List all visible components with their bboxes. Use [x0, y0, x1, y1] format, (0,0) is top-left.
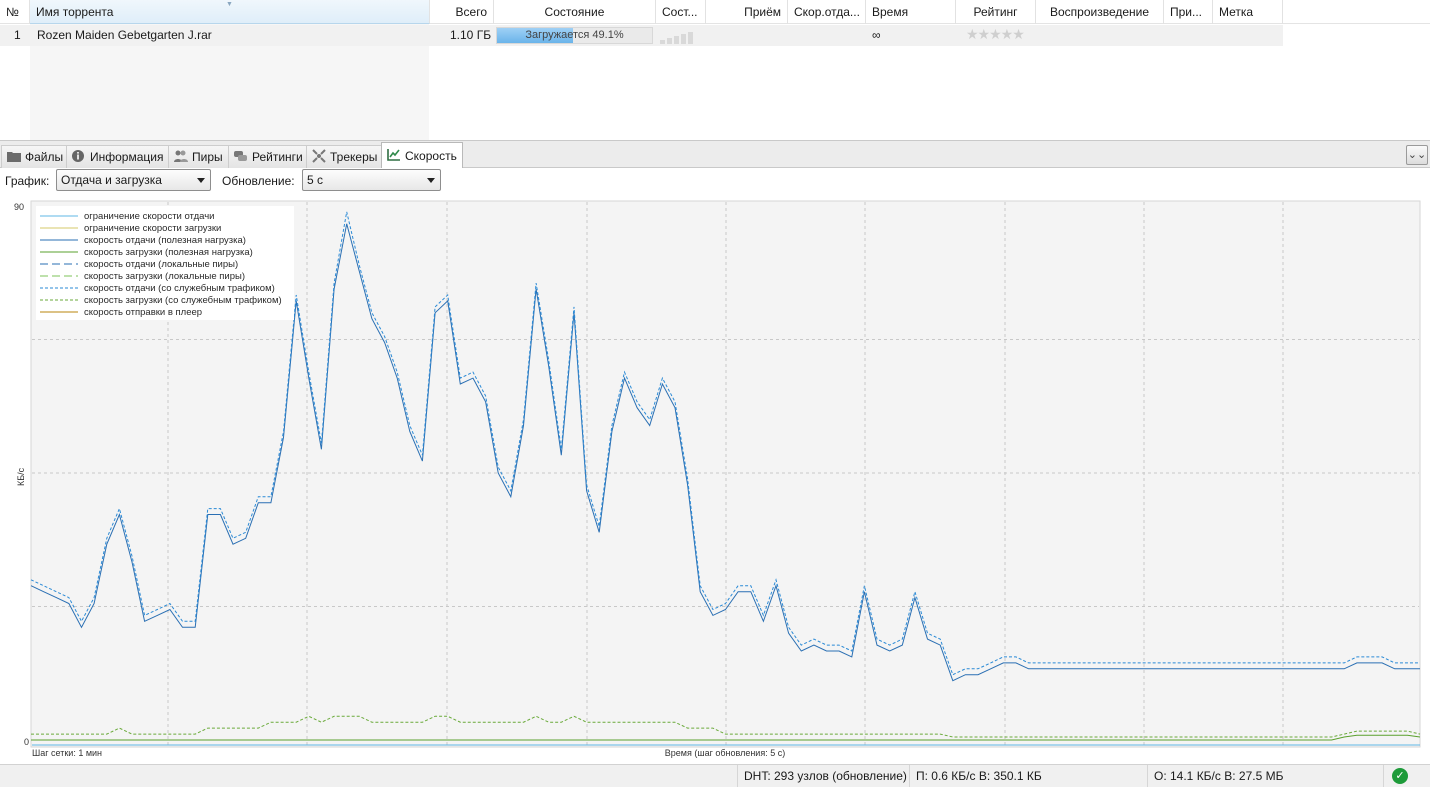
- speed-graph-panel: 90 0 КБ/с ограничение скорости отдачи огр…: [0, 194, 1430, 764]
- legend-label: скорость отдачи (локальные пиры): [84, 259, 238, 270]
- details-tab-bar: Файлы Информация Пиры Рейтинги Трекеры С…: [0, 140, 1430, 169]
- legend-label: скорость загрузки (локальные пиры): [84, 271, 245, 282]
- torrent-progress-bar: Загружается 49.1%: [496, 27, 653, 44]
- torrent-time-left: ∞: [872, 28, 881, 42]
- tab-ratings-label: Рейтинги: [252, 150, 303, 164]
- torrent-size: 1.10 ГБ: [450, 28, 492, 42]
- column-header[interactable]: Всего: [430, 0, 494, 24]
- dropdown-arrow-icon: [427, 178, 435, 183]
- torrent-name: Rozen Maiden Gebetgarten J.rar: [37, 28, 212, 42]
- graph-type-select[interactable]: Отдача и загрузка: [56, 169, 211, 191]
- tab-trackers[interactable]: Трекеры: [306, 145, 384, 169]
- legend-label: скорость загрузки (со служебным трафиком…: [84, 295, 282, 306]
- chart-icon: [387, 149, 400, 161]
- update-interval-label: Обновление:: [222, 174, 295, 188]
- y-axis-label: КБ/с: [16, 467, 26, 486]
- tab-speed[interactable]: Скорость: [381, 142, 463, 169]
- column-header[interactable]: Состояние: [494, 0, 656, 24]
- tab-files[interactable]: Файлы: [1, 145, 70, 169]
- grid-step-label: Шаг сетки: 1 мин: [32, 748, 102, 758]
- torrent-number: 1: [14, 28, 21, 42]
- column-header[interactable]: Время: [866, 0, 956, 24]
- tab-files-label: Файлы: [25, 150, 64, 164]
- tab-trackers-label: Трекеры: [330, 150, 378, 164]
- progress-status-text: Загружается 49.1%: [525, 29, 624, 41]
- column-header[interactable]: №: [0, 0, 30, 24]
- info-icon: [72, 150, 84, 162]
- column-header[interactable]: Приём: [706, 0, 788, 24]
- seeds-health-icon: [660, 30, 700, 44]
- column-header[interactable]: Метка: [1213, 0, 1283, 24]
- torrent-list[interactable]: № Имя торрента Всего Состояние Сост... Приём С…: [0, 0, 1430, 140]
- update-interval-value: 5 с: [307, 173, 324, 187]
- y-tick-min: 0: [24, 737, 29, 747]
- dht-status[interactable]: DHT: 293 узлов (обновление): [737, 765, 907, 787]
- legend-label: скорость отдачи (полезная нагрузка): [84, 235, 246, 246]
- column-header[interactable]: Воспроизведение: [1036, 0, 1164, 24]
- tab-info-label: Информация: [90, 150, 164, 164]
- tab-speed-label: Скорость: [405, 149, 457, 163]
- status-bar: DHT: 293 узлов (обновление) П: 0.6 КБ/с …: [0, 764, 1430, 787]
- tab-peers[interactable]: Пиры: [168, 145, 229, 169]
- graph-controls: График: Отдача и загрузка Обновление: 5 …: [0, 168, 1430, 194]
- legend-label: скорость отдачи (со служебным трафиком): [84, 283, 275, 294]
- column-header[interactable]: При...: [1164, 0, 1213, 24]
- upload-status[interactable]: О: 14.1 КБ/с В: 27.5 МБ: [1147, 765, 1283, 787]
- peers-icon: [174, 150, 188, 162]
- folder-icon: [7, 152, 21, 162]
- column-header[interactable]: Сост...: [656, 0, 706, 24]
- connection-ok-icon[interactable]: ✓: [1392, 768, 1408, 784]
- legend-label: скорость загрузки (полезная нагрузка): [84, 247, 253, 258]
- trackers-icon: [312, 149, 326, 163]
- legend-label: скорость отправки в плеер: [84, 307, 202, 318]
- download-status[interactable]: П: 0.6 КБ/с В: 350.1 КБ: [909, 765, 1042, 787]
- column-header[interactable]: Рейтинг: [956, 0, 1036, 24]
- tab-info[interactable]: Информация: [66, 145, 170, 169]
- torrent-list-header: № Имя торрента Всего Состояние Сост... Приём С…: [0, 0, 1430, 24]
- collapse-panel-button[interactable]: ⌄⌄: [1406, 145, 1428, 165]
- legend-label: ограничение скорости загрузки: [84, 223, 221, 234]
- legend-label: ограничение скорости отдачи: [84, 211, 214, 222]
- chart-legend: ограничение скорости отдачиограничение с…: [36, 206, 294, 320]
- tab-peers-label: Пиры: [192, 150, 223, 164]
- double-chevron-down-icon: ⌄⌄: [1407, 149, 1427, 161]
- x-axis-label: Время (шаг обновления: 5 с): [665, 748, 785, 758]
- graph-type-label: График:: [5, 174, 50, 188]
- column-header[interactable]: Скор.отда...: [788, 0, 866, 24]
- dropdown-arrow-icon: [197, 178, 205, 183]
- rating-stars[interactable]: ★★★★★: [966, 25, 1025, 46]
- speed-graph: 90 0 КБ/с ограничение скорости отдачиогр…: [0, 194, 1430, 764]
- sort-indicator-icon: ▼: [226, 1, 233, 8]
- y-tick-max: 90: [14, 202, 24, 212]
- graph-type-value: Отдача и загрузка: [61, 173, 162, 187]
- tab-ratings[interactable]: Рейтинги: [228, 145, 309, 169]
- ratings-icon: [234, 151, 247, 161]
- update-interval-select[interactable]: 5 с: [302, 169, 441, 191]
